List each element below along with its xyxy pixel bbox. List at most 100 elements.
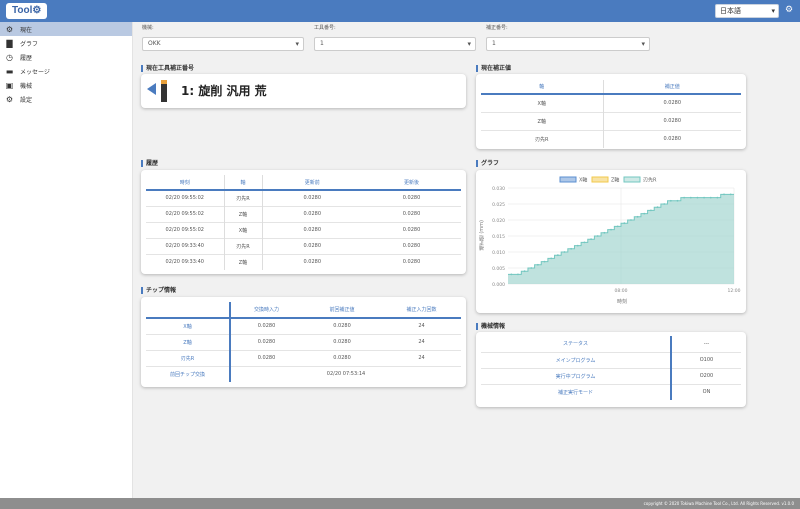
value-cell: 0.0280 bbox=[257, 355, 276, 361]
tool-panel: 1: 旋削 汎用 荒 bbox=[141, 74, 466, 108]
data-point bbox=[636, 215, 639, 218]
machine-panel: ステータス --- メインプログラム O100 実行中プログラム O200 補正… bbox=[476, 332, 746, 407]
machine-select[interactable]: OKK ▾ bbox=[142, 37, 304, 51]
after-cell: 0.0280 bbox=[402, 211, 421, 217]
sidebar-item-label: 現在 bbox=[20, 26, 33, 34]
table-row: Z軸 0.0280 bbox=[481, 112, 741, 130]
data-point bbox=[543, 260, 546, 263]
data-point bbox=[590, 238, 592, 241]
data-point bbox=[510, 273, 513, 276]
data-point bbox=[523, 270, 526, 273]
data-point bbox=[696, 196, 699, 199]
sidebar-item-machine[interactable]: ▣ 機械 bbox=[0, 78, 132, 92]
table-row: 02/20 09:55:02 刃先R 0.0280 0.0280 bbox=[146, 190, 461, 206]
data-point bbox=[563, 251, 566, 253]
data-point bbox=[623, 222, 626, 225]
data-point bbox=[537, 263, 539, 266]
offset-number-filter: 補正番号: 1 ▾ bbox=[486, 24, 650, 51]
info-value: O100 bbox=[699, 357, 714, 363]
axis-cell: 刃先R bbox=[481, 130, 604, 148]
table-row: 前回チップ交換 02/20 07:53:14 bbox=[146, 366, 461, 382]
after-cell: 0.0280 bbox=[402, 227, 421, 233]
sidebar-item-label: メッセージ bbox=[20, 68, 50, 76]
column-header: 更新前 bbox=[304, 179, 320, 186]
filter-label: 補正番号: bbox=[486, 25, 508, 31]
column-header: 交換時入力 bbox=[253, 307, 279, 313]
app-logo[interactable]: Tool⚙ bbox=[6, 3, 48, 19]
data-point bbox=[550, 257, 553, 260]
y-axis-label: 補正値 (mm) bbox=[479, 220, 485, 251]
data-point bbox=[663, 203, 666, 205]
axis-cell: 刃先R bbox=[146, 350, 231, 366]
sidebar-item-history[interactable]: ◷ 履歴 bbox=[0, 50, 132, 64]
legend-swatch bbox=[591, 176, 609, 183]
data-point bbox=[603, 231, 606, 234]
count-cell: 24 bbox=[418, 323, 425, 330]
y-tick-label: 0.015 bbox=[492, 234, 505, 240]
time-cell: 02/20 09:55:02 bbox=[165, 195, 204, 202]
sidebar-item-label: 機械 bbox=[20, 82, 33, 90]
data-point bbox=[709, 196, 712, 199]
filter-label: 機械: bbox=[142, 25, 154, 31]
graph-panel-title: グラフ bbox=[476, 160, 499, 167]
data-point bbox=[650, 209, 652, 212]
message-icon: ▬ bbox=[5, 66, 14, 76]
chevron-down-icon: ▾ bbox=[295, 40, 299, 48]
count-cell: 24 bbox=[418, 355, 425, 361]
graph-panel: X軸 Z軸 刃先R 0.000 0.005 0.010 0.015 0.020 0.025 0.… bbox=[476, 170, 746, 313]
value-cell: 0.0280 bbox=[333, 323, 351, 330]
value-cell: 0.0280 bbox=[257, 323, 276, 330]
data-point bbox=[656, 206, 659, 209]
data-point bbox=[630, 219, 632, 221]
x-tick-label: 12:00 bbox=[728, 288, 741, 294]
sidebar-item-settings[interactable]: ⚙ 設定 bbox=[0, 92, 132, 106]
machine-table: ステータス --- メインプログラム O100 実行中プログラム O200 補正… bbox=[481, 336, 741, 400]
chip-table: 交換時入力 前回補正値 補正入力回数 X軸 0.0280 0.0280 24 Z… bbox=[146, 302, 461, 382]
language-value: 日本語 bbox=[720, 7, 741, 15]
value-cell: 0.0280 bbox=[257, 339, 276, 345]
filter-label: 工具番号: bbox=[314, 25, 336, 31]
data-point bbox=[723, 193, 725, 196]
chart-icon: ▇ bbox=[6, 38, 13, 48]
data-point bbox=[683, 196, 686, 199]
history-panel: 時刻 軸 更新前 更新後 02/20 09:55:02 刃先R 0.0280 0… bbox=[141, 170, 466, 274]
x-axis-label: 時刻 bbox=[617, 299, 628, 305]
before-cell: 0.0280 bbox=[303, 259, 322, 266]
machine-panel-title: 機械情報 bbox=[476, 323, 505, 330]
table-row: メインプログラム O100 bbox=[481, 352, 741, 368]
info-value: O200 bbox=[699, 373, 714, 379]
time-cell: 02/20 09:33:40 bbox=[165, 259, 204, 266]
language-select[interactable]: 日本語 ▾ bbox=[715, 4, 779, 18]
after-cell: 0.0280 bbox=[402, 195, 421, 202]
data-point bbox=[583, 241, 586, 244]
table-row: 02/20 09:33:40 刃先R 0.0280 0.0280 bbox=[146, 238, 461, 254]
chevron-down-icon: ▾ bbox=[641, 40, 645, 48]
info-label: メインプログラム bbox=[481, 352, 672, 368]
sidebar-item-graph[interactable]: ▇ グラフ bbox=[0, 36, 132, 50]
table-row: 02/20 09:55:02 X軸 0.0280 0.0280 bbox=[146, 222, 461, 238]
info-value: ON bbox=[702, 389, 711, 396]
chevron-down-icon: ▾ bbox=[771, 7, 775, 15]
machine-icon: ▣ bbox=[5, 80, 14, 90]
offset-number-select[interactable]: 1 ▾ bbox=[486, 37, 650, 51]
tool-number-select[interactable]: 1 ▾ bbox=[314, 37, 476, 51]
value-cell: 0.0280 bbox=[663, 136, 682, 143]
y-tick-label: 0.025 bbox=[492, 202, 505, 208]
column-header: 軸 bbox=[481, 80, 604, 94]
axis-cell: Z軸 bbox=[223, 254, 263, 270]
y-tick-label: 0.005 bbox=[492, 266, 505, 272]
before-cell: 0.0280 bbox=[303, 195, 322, 202]
gauge-icon: ⚙ bbox=[5, 24, 14, 34]
legend-swatch bbox=[559, 176, 577, 183]
machine-filter: 機械: OKK ▾ bbox=[142, 24, 304, 51]
table-row: 02/20 09:33:40 Z軸 0.0280 0.0280 bbox=[146, 254, 461, 270]
sidebar-item-current[interactable]: ⚙ 現在 bbox=[0, 22, 132, 36]
data-point bbox=[716, 196, 719, 199]
offset-panel: 軸 補正値 X軸 0.0280 Z軸 0.0280 刃先R 0.0280 bbox=[476, 74, 746, 149]
settings-gear-icon[interactable]: ⚙ bbox=[785, 5, 793, 15]
data-point bbox=[689, 196, 692, 199]
sidebar-item-messages[interactable]: ▬ メッセージ bbox=[0, 64, 132, 78]
before-cell: 0.0280 bbox=[303, 243, 322, 249]
count-cell: 24 bbox=[418, 339, 425, 345]
column-header: 前回補正値 bbox=[329, 307, 355, 313]
